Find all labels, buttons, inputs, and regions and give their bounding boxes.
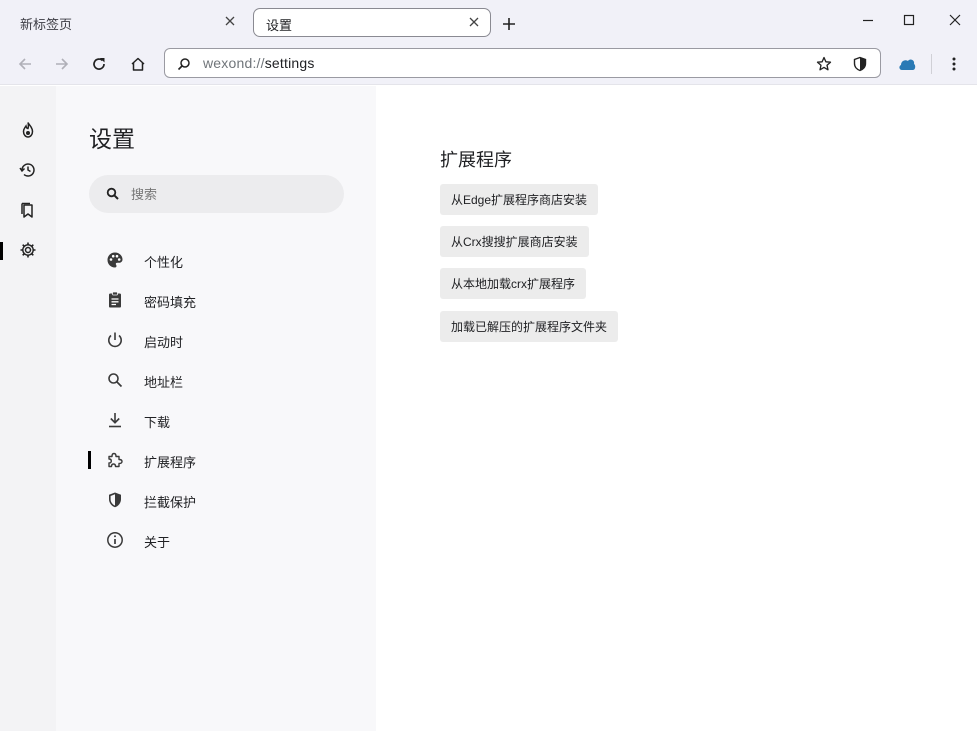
toolbar: wexond://settings	[0, 42, 977, 85]
reload-icon	[93, 58, 105, 70]
install-from-edge-store-button[interactable]: 从Edge扩展程序商店安装	[440, 184, 599, 215]
nav-label: 地址栏	[144, 375, 184, 390]
bookmarks-button[interactable]	[16, 198, 40, 222]
load-unpacked-extension-button[interactable]: 加载已解压的扩展程序文件夹	[440, 311, 619, 342]
search-icon	[173, 53, 195, 75]
home-icon	[131, 57, 145, 71]
address-bar[interactable]: wexond://settings	[164, 48, 881, 78]
arrow-right-icon	[56, 58, 69, 70]
url-path: settings	[264, 55, 315, 71]
settings-search[interactable]	[89, 175, 344, 213]
minimize-icon	[863, 19, 873, 22]
load-local-crx-button[interactable]: 从本地加载crx扩展程序	[440, 268, 586, 299]
nav-item-downloads[interactable]: 下载	[89, 404, 349, 436]
close-icon[interactable]	[466, 14, 482, 30]
settings-sidebar: 设置 个性化 密码填充 启动时 地址栏 下载	[56, 86, 376, 731]
clipboard-icon	[105, 290, 125, 310]
arrow-left-icon	[18, 58, 31, 70]
more-vertical-icon	[952, 57, 956, 71]
url-scheme: wexond://	[203, 55, 265, 71]
info-icon	[105, 530, 125, 550]
active-nav-indicator	[88, 451, 91, 469]
section-title: 扩展程序	[440, 150, 512, 170]
active-rail-indicator	[0, 242, 3, 260]
nav-item-address-bar[interactable]: 地址栏	[89, 364, 349, 396]
tab-settings[interactable]: 设置	[253, 8, 491, 37]
nav-item-about[interactable]: 关于	[89, 524, 349, 556]
shield-icon	[105, 490, 125, 510]
maximize-button[interactable]	[894, 8, 924, 32]
install-from-crx-store-button[interactable]: 从Crx搜搜扩展商店安装	[440, 226, 589, 257]
nav-item-extensions[interactable]: 扩展程序	[88, 444, 349, 476]
history-icon	[19, 163, 35, 177]
nav-label: 密码填充	[144, 295, 197, 310]
close-icon[interactable]	[222, 13, 238, 29]
minimize-button[interactable]	[853, 8, 883, 32]
settings-button[interactable]	[16, 238, 40, 262]
url-text[interactable]: wexond://settings	[203, 55, 315, 71]
shield-icon[interactable]	[849, 53, 871, 75]
nav-label: 拦截保护	[144, 495, 197, 510]
page-title: 设置	[89, 126, 135, 152]
back-button[interactable]	[12, 51, 38, 77]
power-icon	[105, 330, 125, 350]
history-button[interactable]	[16, 158, 40, 182]
reload-button[interactable]	[86, 51, 112, 77]
star-icon[interactable]	[813, 53, 835, 75]
search-input[interactable]	[131, 184, 331, 204]
puzzle-icon	[105, 450, 125, 470]
palette-icon	[105, 250, 125, 270]
toolbar-divider	[931, 54, 932, 74]
plus-icon	[503, 18, 515, 30]
tab-title: 设置	[266, 18, 293, 33]
icon-rail	[0, 86, 56, 731]
search-icon	[106, 187, 119, 200]
fire-icon	[22, 122, 34, 138]
maximize-icon	[903, 14, 915, 26]
tab-title: 新标签页	[20, 17, 73, 32]
nav-item-password-autofill[interactable]: 密码填充	[89, 284, 349, 316]
bookmarks-icon	[21, 202, 33, 218]
nav-label: 扩展程序	[144, 455, 197, 470]
tab-new-tab[interactable]: 新标签页	[8, 8, 246, 37]
close-window-button[interactable]	[940, 8, 970, 32]
close-icon	[949, 14, 961, 26]
menu-button[interactable]	[941, 51, 967, 77]
search-icon	[105, 370, 125, 390]
nav-item-personalization[interactable]: 个性化	[89, 244, 349, 276]
settings-content: 扩展程序 从Edge扩展程序商店安装 从Crx搜搜扩展商店安装 从本地加载crx…	[376, 86, 977, 731]
nav-item-tracking-protection[interactable]: 拦截保护	[89, 484, 349, 516]
title-bar: 新标签页 设置	[0, 0, 977, 42]
download-icon	[105, 410, 125, 430]
extension-button[interactable]	[894, 51, 920, 77]
forward-button[interactable]	[49, 51, 75, 77]
gear-icon	[20, 242, 36, 258]
nav-label: 个性化	[144, 255, 184, 270]
nav-label: 启动时	[144, 335, 184, 350]
nav-item-on-startup[interactable]: 启动时	[89, 324, 349, 356]
nav-label: 关于	[144, 535, 171, 550]
fire-button[interactable]	[16, 118, 40, 142]
nav-label: 下载	[144, 415, 171, 430]
cloud-icon	[899, 59, 916, 70]
home-button[interactable]	[125, 51, 151, 77]
new-tab-button[interactable]	[498, 13, 520, 35]
